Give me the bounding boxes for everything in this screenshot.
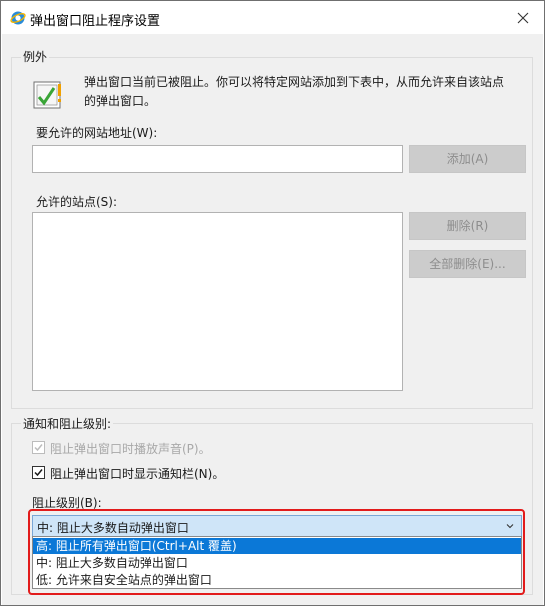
remove-all-button[interactable]: 全部删除(E)... <box>409 250 526 278</box>
allowed-sites-label: 允许的站点(S): <box>36 195 118 209</box>
checklist-warning-icon <box>33 81 61 109</box>
add-button[interactable]: 添加(A) <box>409 145 526 173</box>
show-notification-bar-checkbox[interactable] <box>32 466 45 479</box>
title-bar: 弹出窗口阻止程序设置 <box>2 2 543 34</box>
window-title: 弹出窗口阻止程序设置 <box>30 14 161 29</box>
play-sound-label: 阻止弹出窗口时播放声音(P)。 <box>50 442 211 456</box>
close-icon[interactable] <box>513 8 533 28</box>
show-notification-bar-label[interactable]: 阻止弹出窗口时显示通知栏(N)。 <box>50 465 224 482</box>
ie-globe-icon <box>10 11 26 25</box>
allowed-sites-list[interactable] <box>32 212 403 391</box>
info-text: 弹出窗口当前已被阻止。你可以将特定网站添加到下表中，从而允许来自该站点的弹出窗口… <box>84 75 505 108</box>
notification-group-title: 通知和阻止级别: <box>21 415 114 432</box>
popup-blocker-settings-dialog: 弹出窗口阻止程序设置 例外 弹出窗口当前已被阻止。你可以将特定网站添加到下表中，… <box>0 0 545 606</box>
checkmark-icon <box>34 469 43 477</box>
annotation-highlight-box <box>28 509 525 595</box>
play-sound-checkbox <box>32 441 45 454</box>
exceptions-group-title: 例外 <box>21 48 50 65</box>
checkmark-icon <box>34 444 43 452</box>
remove-button[interactable]: 删除(R) <box>409 212 526 240</box>
address-label: 要允许的网站地址(W): <box>36 126 158 140</box>
address-input[interactable] <box>32 145 403 173</box>
